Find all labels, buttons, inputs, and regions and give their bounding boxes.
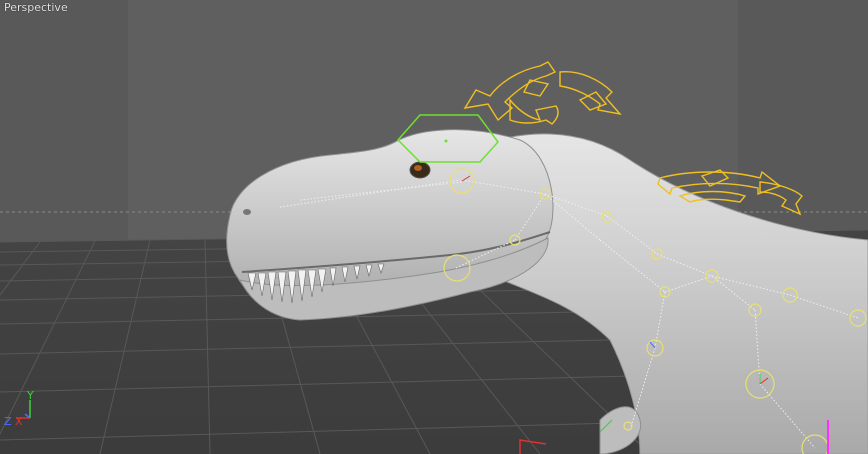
viewport-title[interactable]: Perspective	[4, 1, 68, 14]
axis-y-label: Y	[26, 389, 34, 402]
axis-x-label: X	[15, 415, 23, 428]
hexagon-center-point	[444, 139, 448, 143]
scene-canvas[interactable]: Y X Z	[0, 0, 868, 454]
axis-z-label: Z	[4, 415, 12, 428]
perspective-viewport[interactable]: Y X Z Perspective	[0, 0, 868, 454]
